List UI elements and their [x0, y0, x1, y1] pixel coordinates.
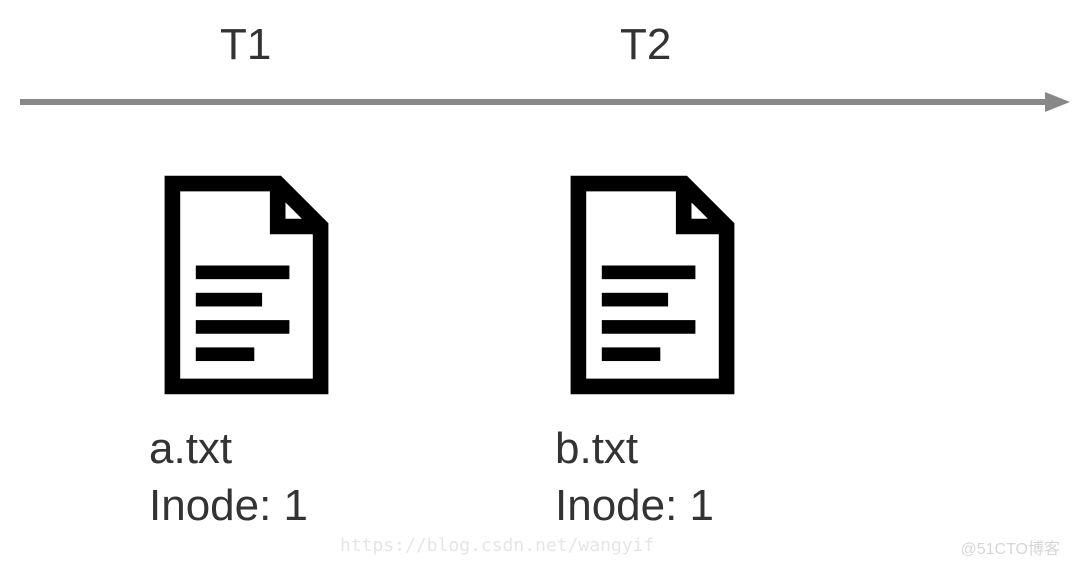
- file-block-a: a.txt Inode: 1: [149, 165, 344, 534]
- file-block-b: b.txt Inode: 1: [555, 165, 750, 534]
- watermark-text-2: @51CTO博客: [960, 535, 1060, 559]
- file-name-label: a.txt: [149, 420, 232, 477]
- inode-label: Inode: 1: [149, 477, 308, 534]
- file-icon: [149, 165, 344, 405]
- diagram-container: T1 T2 a.txt Inode: 1 b.txt Inode: 1 http…: [0, 0, 1080, 579]
- time-label-t1: T1: [220, 20, 271, 70]
- file-name-label: b.txt: [555, 420, 638, 477]
- watermark-text: https://blog.csdn.net/wangyif: [340, 535, 654, 556]
- inode-label: Inode: 1: [555, 477, 714, 534]
- file-icon: [555, 165, 750, 405]
- time-label-t2: T2: [620, 20, 671, 70]
- timeline-arrow-icon: [20, 92, 1070, 112]
